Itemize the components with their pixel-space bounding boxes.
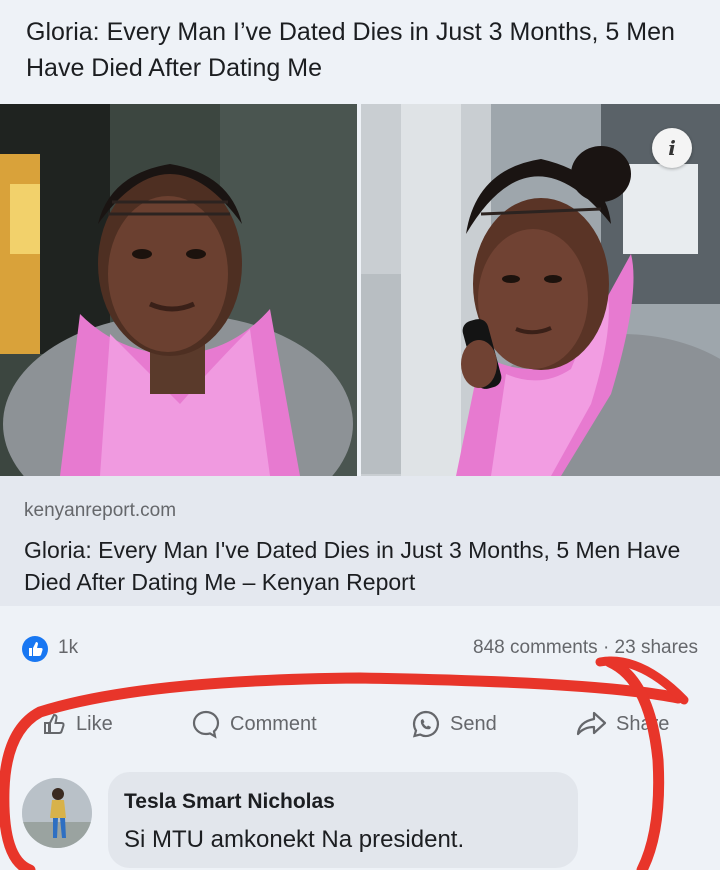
send-button[interactable]: Send: [410, 708, 497, 740]
messenger-icon: [412, 710, 439, 738]
comment-author[interactable]: Tesla Smart Nicholas: [124, 790, 335, 814]
like-button[interactable]: Like: [40, 708, 113, 740]
link-preview[interactable]: kenyanreport.com Gloria: Every Man I've …: [0, 476, 720, 606]
info-icon[interactable]: i: [652, 128, 692, 168]
comments-count[interactable]: 848 comments: [473, 637, 598, 658]
post-headline: Gloria: Every Man I’ve Dated Dies in Jus…: [26, 18, 675, 82]
photo-left[interactable]: [0, 104, 357, 476]
avatar[interactable]: [22, 778, 92, 848]
share-button[interactable]: Share: [574, 708, 669, 740]
stats-right: 848 comments · 23 shares: [473, 637, 698, 659]
share-icon: [576, 711, 607, 736]
comment-button[interactable]: Comment: [190, 708, 317, 740]
thumbs-up-icon: [44, 713, 65, 734]
action-bar: Like Comment Send Share: [0, 690, 720, 756]
post-images[interactable]: [0, 104, 720, 476]
post-stats: 1k 848 comments · 23 shares: [0, 610, 720, 680]
link-title[interactable]: Gloria: Every Man I've Dated Dies in Jus…: [24, 534, 704, 598]
share-label: Share: [616, 712, 670, 735]
comment-bubble[interactable]: Tesla Smart Nicholas Si MTU amkonekt Na …: [108, 772, 578, 868]
send-label: Send: [450, 712, 497, 735]
reaction-count[interactable]: 1k: [58, 637, 78, 659]
comment: Tesla Smart Nicholas Si MTU amkonekt Na …: [0, 764, 720, 870]
comment-icon: [192, 710, 220, 739]
like-label: Like: [76, 712, 113, 735]
link-domain: kenyanreport.com: [24, 500, 177, 521]
comment-text: Si MTU amkonekt Na president.: [124, 826, 465, 853]
comment-label: Comment: [230, 712, 317, 735]
stats-separator: ·: [602, 637, 610, 658]
like-icon[interactable]: [22, 636, 48, 662]
shares-count[interactable]: 23 shares: [615, 637, 698, 658]
